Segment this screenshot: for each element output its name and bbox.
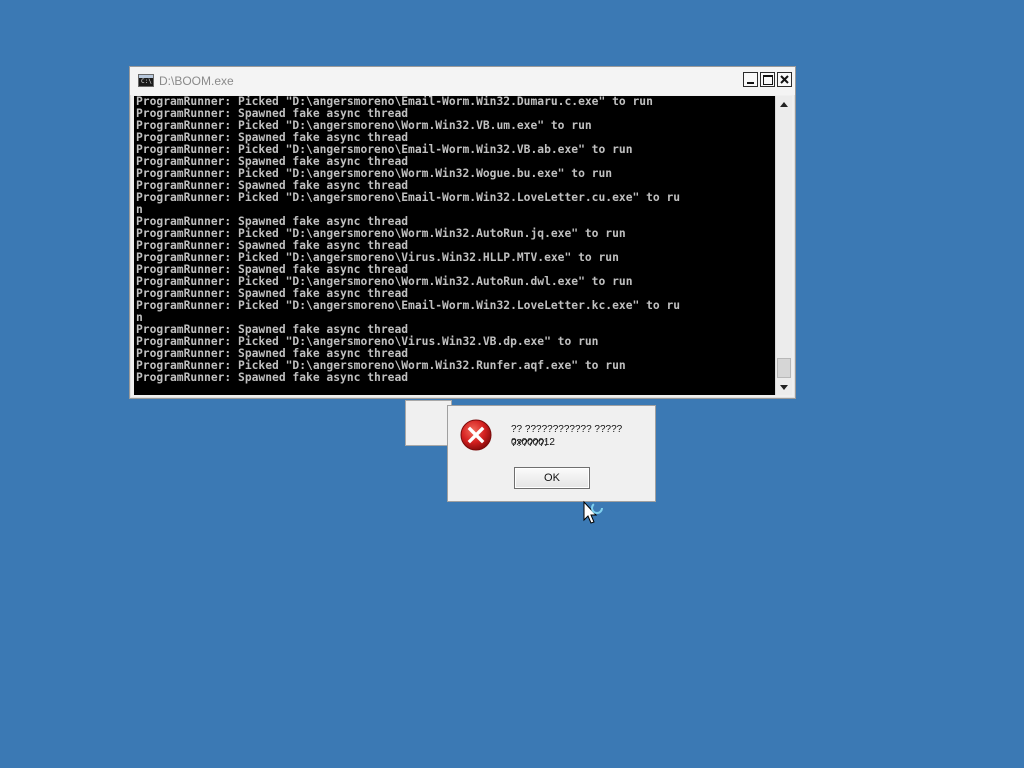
desktop: C:\ D:\BOOM.exe ProgramRunner: Picked "D… [0, 0, 1024, 768]
close-button[interactable] [777, 72, 792, 87]
console-icon[interactable]: C:\ [138, 74, 154, 87]
scroll-thumb[interactable] [777, 358, 791, 378]
busy-cursor-icon [583, 500, 603, 524]
window-title: D:\BOOM.exe [159, 74, 234, 88]
background-window[interactable] [405, 400, 452, 446]
window-controls [743, 72, 792, 87]
console-line: ProgramRunner: Picked "D:\angersmoreno\E… [136, 191, 681, 204]
error-code: 0x000012 [511, 437, 555, 448]
ok-button[interactable]: OK [514, 467, 590, 489]
minimize-icon [747, 81, 754, 84]
scroll-down-button[interactable] [776, 379, 792, 395]
close-icon [780, 75, 789, 84]
maximize-icon [762, 74, 773, 85]
maximize-button[interactable] [760, 72, 775, 87]
arrow-down-icon [780, 384, 788, 390]
console-output[interactable]: ProgramRunner: Picked "D:\angersmoreno\E… [134, 96, 775, 395]
scroll-up-button[interactable] [776, 96, 792, 112]
arrow-up-icon [780, 101, 788, 107]
console-line: ProgramRunner: Picked "D:\angersmoreno\E… [136, 299, 681, 312]
console-titlebar[interactable]: C:\ D:\BOOM.exe [130, 67, 795, 95]
console-line: ProgramRunner: Spawned fake async thread [136, 371, 409, 384]
vertical-scrollbar[interactable] [775, 96, 792, 395]
console-icon-label: C:\ [141, 78, 152, 85]
console-window[interactable]: C:\ D:\BOOM.exe ProgramRunner: Picked "D… [129, 66, 796, 399]
error-dialog[interactable]: ?? ???????????? ????? ??????: 0x000012 O… [447, 405, 656, 502]
minimize-button[interactable] [743, 72, 758, 87]
error-icon [460, 419, 492, 451]
